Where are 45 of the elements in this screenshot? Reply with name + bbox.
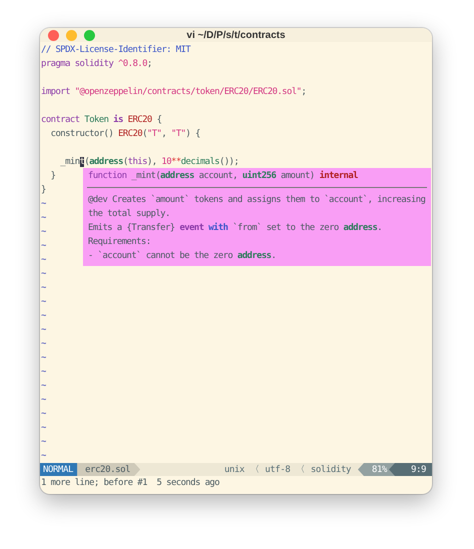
file-format: unix [223, 464, 246, 474]
command-line-message: 1 more line; before #1 5 seconds ago [41, 478, 220, 488]
empty-line-marker: ~ [41, 451, 46, 461]
empty-line-marker: ~ [41, 353, 46, 363]
doc-line: Emits a {Transfer} event with `from` set to the zero address. [87, 222, 382, 235]
code-line: _mint(address(this), 10**decimals()); [59, 156, 239, 169]
code-line: constructor() ERC20("T", "T") { [50, 128, 200, 141]
minimize-button[interactable] [66, 30, 77, 40]
file-name: erc20.sol [77, 463, 140, 476]
doc-line: the total supply. [87, 208, 170, 221]
empty-line-marker: ~ [41, 437, 46, 447]
empty-line-marker: ~ [41, 269, 46, 279]
close-button[interactable] [48, 30, 59, 40]
empty-line-marker: ~ [41, 325, 46, 335]
separator: 〈 [295, 464, 306, 476]
empty-line-marker: ~ [41, 311, 46, 321]
empty-line-marker: ~ [41, 423, 46, 433]
code-line: contract Token is ERC20 { [40, 114, 162, 127]
separator: 〈 [249, 464, 260, 476]
cursor-position: 9:9 [388, 463, 432, 476]
empty-line-marker: ~ [41, 381, 46, 391]
zoom-button[interactable] [84, 30, 95, 40]
empty-line-marker: ~ [41, 283, 46, 293]
empty-line-marker: ~ [41, 255, 46, 265]
empty-line-marker: ~ [41, 199, 46, 209]
empty-line-marker: ~ [41, 395, 46, 405]
doc-line: Requirements: [87, 236, 151, 249]
doc-line: - `account` cannot be the zero address. [87, 250, 276, 263]
empty-line-marker: ~ [41, 339, 46, 349]
doc-line: @dev Creates `amount` tokens and assigns them to `account`, increasing [87, 194, 426, 207]
window-title: vi ~/D/P/s/t/contracts [186, 30, 286, 40]
empty-line-marker: ~ [41, 367, 46, 377]
code-line: } [50, 170, 56, 183]
empty-line-marker: ~ [41, 297, 46, 307]
code-line: pragma solidity ^0.8.0; [40, 58, 152, 71]
empty-line-marker: ~ [41, 241, 46, 251]
empty-line-marker: ~ [41, 409, 46, 419]
encoding: utf-8 [264, 464, 292, 474]
empty-line-marker: ~ [41, 227, 46, 237]
file-type: solidity [310, 464, 352, 474]
function-signature: function _mint(address account, uint256 amount) internal [87, 170, 358, 183]
empty-line-marker: ~ [41, 213, 46, 223]
code-line: } [40, 184, 46, 197]
code-line: import "@openzeppelin/contracts/token/ERC20/ERC20.sol"; [40, 86, 306, 99]
code-line: // SPDX-License-Identifier: MIT [40, 44, 190, 57]
